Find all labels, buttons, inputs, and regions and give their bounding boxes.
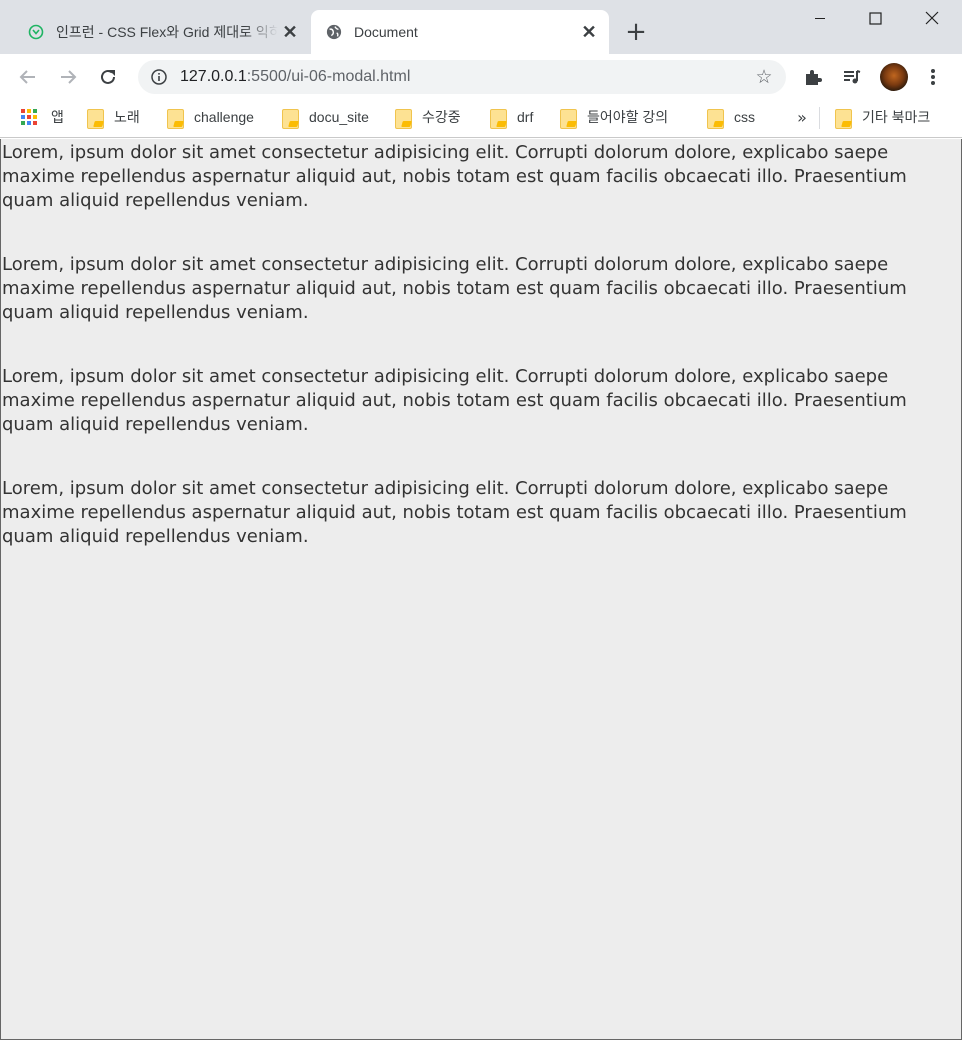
extensions-button[interactable]: [797, 61, 829, 93]
bookmark-label: docu_site: [309, 109, 369, 125]
maximize-button[interactable]: [847, 0, 903, 36]
paragraph: Lorem, ipsum dolor sit amet consectetur …: [2, 366, 907, 435]
bookmark-folder[interactable]: 수강중: [394, 100, 461, 134]
forward-button[interactable]: [52, 61, 84, 93]
bookmark-label: 들어야할 강의: [587, 109, 669, 125]
bookmark-folder[interactable]: docu_site: [281, 100, 369, 134]
puzzle-icon: [806, 70, 822, 85]
bookmark-label: css: [734, 109, 755, 125]
bookmark-label: 기타 북마크: [862, 109, 931, 125]
bookmark-label: 수강중: [422, 109, 461, 125]
url-text: 127.0.0.1:5500/ui-06-modal.html: [180, 68, 410, 86]
folder-icon: [281, 107, 299, 129]
bookmark-folder[interactable]: 노래: [86, 100, 140, 134]
close-window-button[interactable]: [904, 0, 960, 36]
bookmark-other-folder[interactable]: 기타 북마크: [834, 100, 930, 134]
folder-icon: [166, 107, 184, 129]
bookmark-folder[interactable]: challenge: [166, 100, 254, 134]
bookmark-label: drf: [517, 109, 534, 125]
bookmarks-bar: 앱 노래 challenge docu_site 수강중 drf 들어야할 강의…: [0, 100, 962, 138]
profile-avatar[interactable]: [880, 63, 908, 91]
back-button[interactable]: [12, 61, 44, 93]
arrow-left-icon: [19, 70, 35, 84]
menu-button[interactable]: [917, 61, 949, 93]
maximize-icon: [868, 11, 882, 25]
tab-document[interactable]: Document ✕: [311, 10, 609, 54]
tab-title: 인프런 - CSS Flex와 Grid 제대로 익히기: [56, 24, 278, 40]
bookmarks-divider: [819, 107, 820, 129]
apps-grid-icon: [21, 109, 37, 125]
tab-strip: 인프런 - CSS Flex와 Grid 제대로 익히기 ✕ Document …: [0, 0, 962, 54]
tab-title: Document: [354, 24, 418, 40]
info-icon[interactable]: [150, 68, 168, 86]
close-icon: [925, 11, 939, 25]
inflearn-icon: [28, 24, 44, 40]
bookmark-folder[interactable]: css: [706, 100, 755, 134]
folder-icon: [394, 107, 412, 129]
tab-close-icon[interactable]: ✕: [278, 20, 302, 44]
folder-icon: [706, 107, 724, 129]
reload-button[interactable]: [92, 61, 124, 93]
paragraph: Lorem, ipsum dolor sit amet consectetur …: [2, 478, 907, 547]
more-vertical-icon: [931, 69, 935, 85]
bookmark-folder[interactable]: 들어야할 강의: [559, 100, 668, 134]
bookmark-star-icon[interactable]: ☆: [754, 67, 774, 87]
bookmark-apps[interactable]: 앱: [21, 100, 64, 134]
playlist-icon: [844, 70, 861, 84]
browser-toolbar: 127.0.0.1:5500/ui-06-modal.html ☆: [0, 54, 962, 100]
paragraph: Lorem, ipsum dolor sit amet consectetur …: [2, 142, 907, 211]
folder-icon: [489, 107, 507, 129]
folder-icon: [834, 107, 852, 129]
folder-icon: [559, 107, 577, 129]
new-tab-button[interactable]: +: [622, 18, 650, 46]
folder-icon: [86, 107, 104, 129]
media-control-button[interactable]: [836, 61, 868, 93]
url-path: :5500/ui-06-modal.html: [246, 68, 411, 85]
bookmarks-overflow-button[interactable]: »: [792, 107, 812, 127]
arrow-right-icon: [61, 70, 77, 84]
paragraph: Lorem, ipsum dolor sit amet consectetur …: [2, 254, 907, 323]
reload-icon: [101, 69, 115, 84]
globe-icon: [326, 24, 342, 40]
address-bar[interactable]: 127.0.0.1:5500/ui-06-modal.html ☆: [138, 60, 786, 94]
bookmark-label: 앱: [51, 109, 64, 125]
tab-close-icon[interactable]: ✕: [577, 20, 601, 44]
bookmark-folder[interactable]: drf: [489, 100, 533, 134]
url-host: 127.0.0.1: [180, 68, 247, 85]
bookmark-label: 노래: [114, 109, 140, 125]
bookmark-label: challenge: [194, 109, 254, 125]
page-viewport: Lorem, ipsum dolor sit amet consectetur …: [0, 139, 962, 1040]
minimize-icon: [815, 18, 825, 19]
tab-inflearn[interactable]: 인프런 - CSS Flex와 Grid 제대로 익히기 ✕: [14, 10, 310, 54]
minimize-button[interactable]: [792, 0, 848, 36]
